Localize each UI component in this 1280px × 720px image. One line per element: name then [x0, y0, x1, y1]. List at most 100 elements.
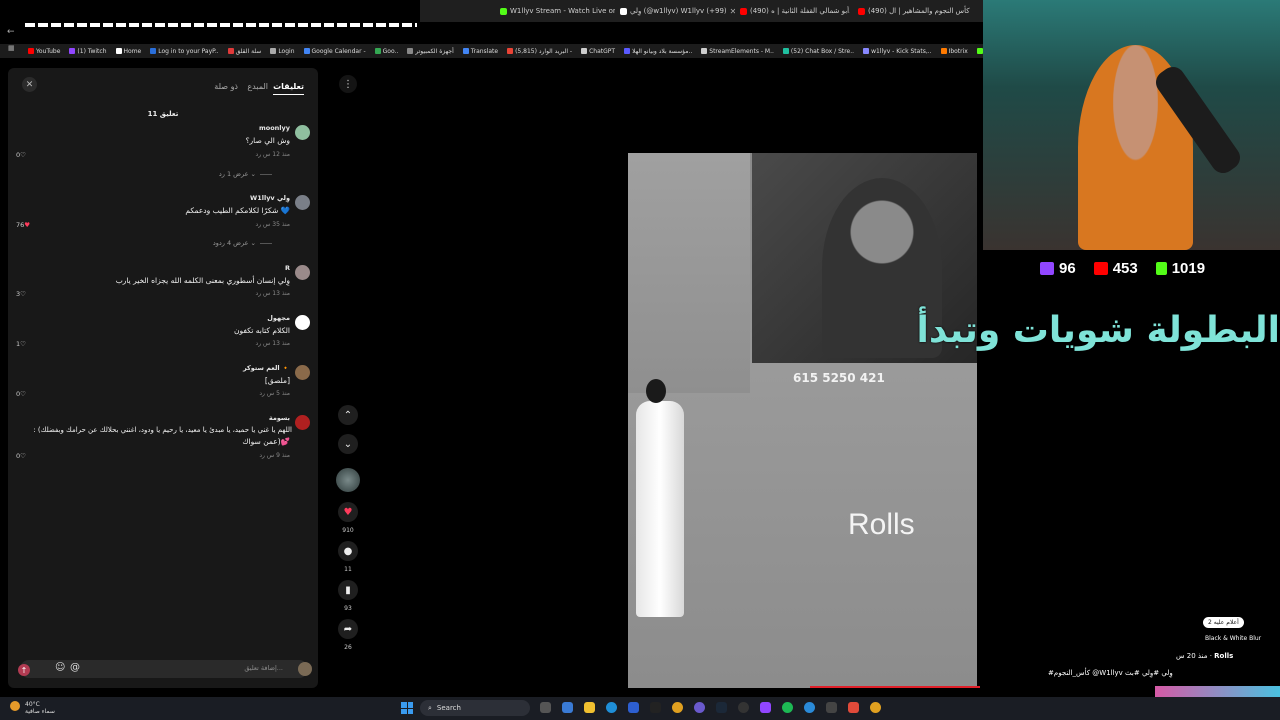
- comment-author[interactable]: moonlyy: [259, 124, 290, 132]
- app-icon[interactable]: [826, 702, 837, 713]
- bookmark-item[interactable]: YouTube: [28, 48, 60, 55]
- bookmark-item[interactable]: Goo..: [374, 48, 398, 55]
- comment-meta[interactable]: منذ 5 س رد: [259, 390, 290, 397]
- spotify-icon[interactable]: [782, 702, 793, 713]
- like-button[interactable]: 0♡: [16, 452, 26, 460]
- file-explorer-icon[interactable]: [584, 702, 595, 713]
- bookmark-item[interactable]: Google Calendar -: [303, 48, 366, 55]
- bookmark-favicon-icon: [940, 48, 947, 54]
- comment-author[interactable]: مجهول: [267, 314, 290, 322]
- like-button[interactable]: 0♡: [16, 390, 26, 398]
- comment-item: العم ستوكر 🔸 [ملصق] منذ 5 س رد 0♡: [8, 360, 318, 410]
- more-options-icon[interactable]: ⋮: [339, 75, 357, 93]
- obs-icon[interactable]: [738, 702, 749, 713]
- person-figure: [636, 379, 684, 619]
- store-icon[interactable]: [628, 702, 639, 713]
- comment-meta[interactable]: منذ 13 س رد: [256, 340, 290, 347]
- bookmark-item[interactable]: أجهزة الكمبيوتر: [407, 48, 454, 55]
- twitch-app-icon[interactable]: [760, 702, 771, 713]
- like-button[interactable]: 3♡: [16, 290, 26, 298]
- send-icon[interactable]: ↑: [18, 664, 30, 676]
- bookmark-item[interactable]: Log in to your PayP..: [150, 48, 219, 55]
- close-tab-icon[interactable]: ✕: [730, 7, 735, 16]
- tab-creator[interactable]: المبدع: [247, 82, 268, 91]
- bookmark-item[interactable]: (1) Twitch: [69, 48, 107, 55]
- bookmark-item[interactable]: Home: [115, 48, 141, 55]
- like-button[interactable]: 0♡: [16, 151, 26, 159]
- chat-message: #كأس_النجوم @W1llyv وِلي #وِلي #بث: [1048, 669, 1173, 677]
- bookmark-item[interactable]: StreamElements - M..: [701, 48, 774, 55]
- comments-button[interactable]: ●: [338, 541, 358, 561]
- save-button[interactable]: ▮: [338, 580, 358, 600]
- like-button[interactable]: 76♥: [16, 221, 30, 229]
- back-arrow-icon[interactable]: ←: [7, 27, 15, 37]
- bookmark-item[interactable]: Ibotrix: [940, 48, 968, 55]
- avatar[interactable]: [295, 265, 310, 280]
- apps-grid-icon[interactable]: ▦: [8, 44, 15, 52]
- edge-icon[interactable]: [606, 702, 617, 713]
- previous-video-button[interactable]: ⌃: [338, 405, 358, 425]
- comment-author[interactable]: R: [285, 264, 290, 272]
- streamer-webcam: [983, 0, 1280, 250]
- comment-meta[interactable]: منذ 13 س رد: [256, 290, 290, 297]
- creator-avatar[interactable]: [336, 468, 360, 492]
- heart-icon: ♥: [24, 221, 31, 229]
- avatar[interactable]: [295, 195, 310, 210]
- weather-widget[interactable]: 40°C سماء صافية: [25, 701, 55, 715]
- saves-count: 93: [344, 605, 352, 612]
- windows-start-icon[interactable]: [401, 702, 413, 714]
- video-player[interactable]: 615 5250 421 Rolls: [628, 153, 977, 688]
- bookmark-item[interactable]: مؤسسة بلاد وبيانو الهلا..: [624, 48, 692, 55]
- close-icon[interactable]: ✕: [22, 77, 37, 92]
- emoji-icon[interactable]: ☺: [55, 662, 65, 673]
- comment-author[interactable]: بسومة: [269, 414, 290, 422]
- comment-text: وش الي صار؟: [245, 136, 290, 145]
- chat-user: منذ 20 س · Rolls: [1176, 652, 1234, 660]
- bookmark-item[interactable]: w1llyv - Kick Stats,..: [863, 48, 932, 55]
- comment-meta[interactable]: منذ 9 س رد: [259, 452, 290, 459]
- comment-author[interactable]: W1llyv وِلي: [250, 194, 290, 202]
- comment-author[interactable]: العم ستوكر 🔸: [243, 364, 290, 372]
- view-replies-button[interactable]: عرض 4 ردود ⌄: [213, 239, 272, 247]
- comment-input[interactable]: إضافة تعليق... ☺ @: [20, 660, 308, 678]
- app-icon[interactable]: [848, 702, 859, 713]
- chevron-down-icon: ⌄: [343, 438, 353, 450]
- chrome-icon[interactable]: [672, 702, 683, 713]
- bookmark-item[interactable]: Translate: [462, 48, 498, 55]
- bookmark-favicon-icon: [782, 48, 789, 54]
- app-icon[interactable]: [804, 702, 815, 713]
- steam-icon[interactable]: [716, 702, 727, 713]
- bookmark-item[interactable]: سلة القلق: [227, 48, 261, 55]
- chrome-icon[interactable]: [870, 702, 881, 713]
- task-view-icon[interactable]: [540, 702, 551, 713]
- tab-comments[interactable]: تعليقات: [273, 82, 304, 95]
- bookmark-item[interactable]: (52) Chat Box / Stre..: [782, 48, 854, 55]
- share-button[interactable]: ➦: [338, 619, 358, 639]
- widgets-icon[interactable]: [562, 702, 573, 713]
- discord-icon[interactable]: [694, 702, 705, 713]
- tab-tiktok[interactable]: وِلي (@w1llyv) W1llyv (+99) ✕: [620, 3, 735, 19]
- comments-count: 11: [344, 566, 352, 573]
- inner-viewer-stats: 615 5250 421: [793, 371, 885, 385]
- app-icon[interactable]: [650, 702, 661, 713]
- avatar[interactable]: [295, 315, 310, 330]
- avatar[interactable]: [295, 125, 310, 140]
- bookmark-item[interactable]: Login: [270, 48, 295, 55]
- mention-icon[interactable]: @: [70, 662, 80, 673]
- next-video-button[interactable]: ⌄: [338, 434, 358, 454]
- comment-meta[interactable]: منذ 35 س رد: [256, 221, 290, 228]
- tab-related[interactable]: ذو صلة: [214, 82, 238, 91]
- tab-youtube-2[interactable]: (490) كأس النجوم والمشاهير | ال✕: [858, 3, 970, 19]
- view-replies-button[interactable]: عرض 1 رد ⌄: [219, 170, 272, 178]
- avatar[interactable]: [295, 415, 310, 430]
- bookmark-item[interactable]: ChatGPT: [581, 48, 615, 55]
- like-button[interactable]: 1♡: [16, 340, 26, 348]
- tab-kick-stream[interactable]: W1llyv Stream - Watch Live on✕: [500, 3, 615, 19]
- avatar[interactable]: [295, 365, 310, 380]
- bookmark-item[interactable]: (5,815) البريد الوارد -: [507, 48, 572, 55]
- comment-text: الكلام كتابه تكفون: [233, 326, 290, 335]
- like-video-button[interactable]: ♥: [338, 502, 358, 522]
- tab-youtube-1[interactable]: (490) أبو شمالي القفلة الثانية | ه..✕: [740, 3, 850, 19]
- comment-meta[interactable]: منذ 12 س رد: [256, 151, 290, 158]
- taskbar-search[interactable]: ⌕ Search: [420, 700, 530, 716]
